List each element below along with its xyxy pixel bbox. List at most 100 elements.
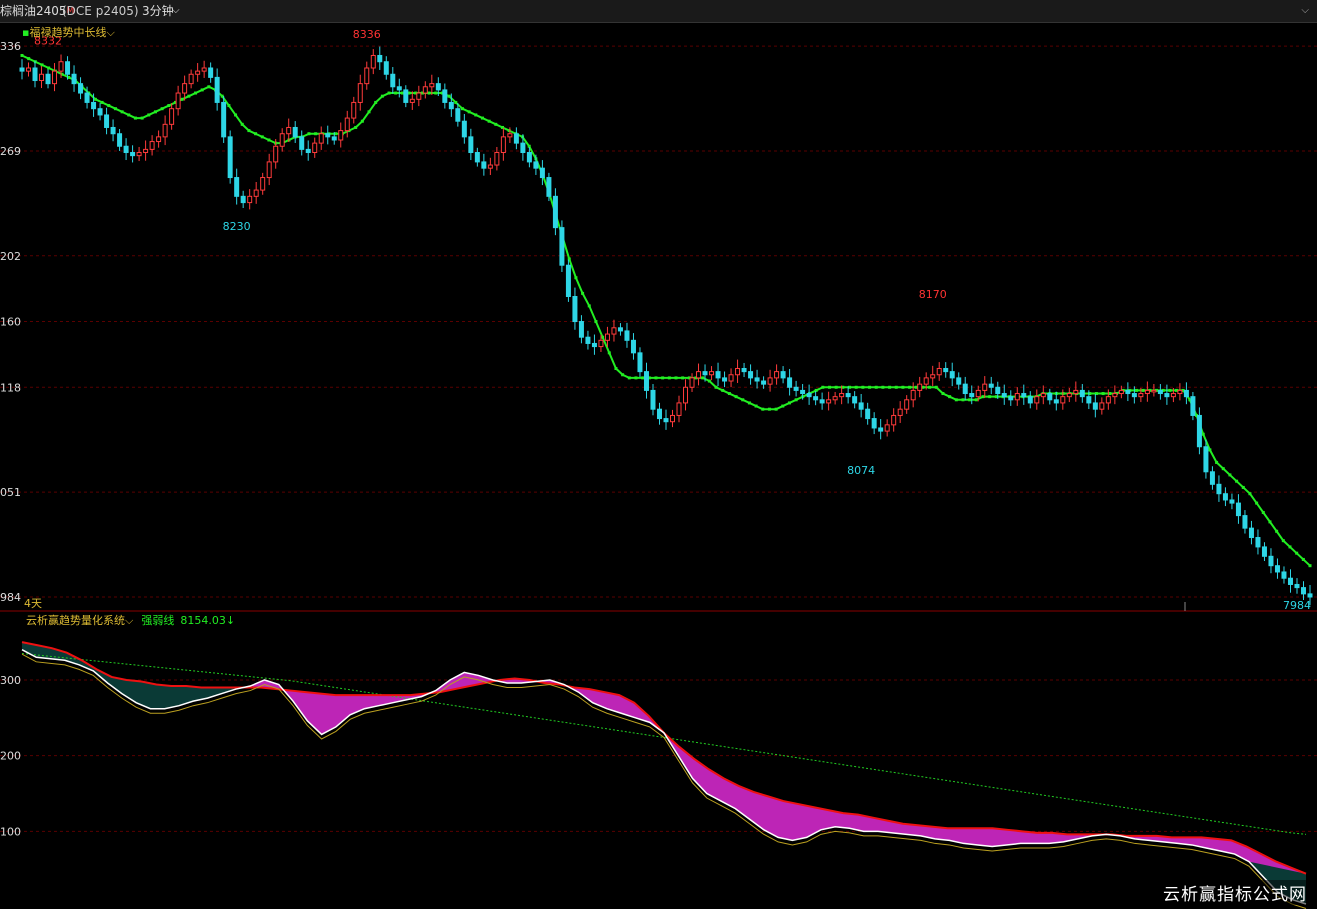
candle-body xyxy=(344,117,350,132)
candle-body xyxy=(487,164,493,169)
trend-dot xyxy=(741,398,745,402)
trend-dot xyxy=(707,379,711,383)
candle-body xyxy=(969,393,975,398)
trend-dot xyxy=(874,385,878,389)
candle-body xyxy=(1183,389,1189,398)
trend-dot xyxy=(607,351,611,355)
y-tick-label: 202 xyxy=(0,250,21,263)
candle-body xyxy=(585,336,591,344)
candle-body xyxy=(1222,493,1228,501)
y-tick-label: 200 xyxy=(0,750,21,763)
candle-body xyxy=(1066,393,1072,398)
candle-body xyxy=(1255,537,1261,548)
trend-dot xyxy=(894,385,898,389)
trend-dot xyxy=(1201,432,1205,436)
candle-body xyxy=(1079,389,1085,398)
period-selector[interactable]: 3分钟 xyxy=(142,0,174,22)
trend-dot xyxy=(1261,510,1265,514)
sub-indicator-header[interactable]: 云析赢趋势量化系统⌵ 强弱线 8154.03↓ xyxy=(26,613,235,627)
candle-body xyxy=(175,92,181,110)
candle-body xyxy=(468,136,474,154)
candle-body xyxy=(1118,389,1124,395)
candle-body xyxy=(546,177,552,197)
watermark: 云析赢指标公式网 xyxy=(1161,880,1309,905)
candle-body xyxy=(709,371,715,376)
last-price-label: 7984 xyxy=(1283,599,1311,612)
trend-dot xyxy=(627,376,631,380)
candle-body xyxy=(962,383,968,395)
trend-dot xyxy=(654,376,658,380)
candle-body xyxy=(1242,515,1248,529)
trend-dot xyxy=(587,304,591,308)
trend-dot xyxy=(447,94,451,98)
candle-body xyxy=(1300,587,1306,595)
trend-dot xyxy=(854,385,858,389)
trend-dot xyxy=(828,385,832,389)
candle-body xyxy=(19,67,25,72)
candle-body xyxy=(169,108,175,125)
candle-body xyxy=(748,371,754,379)
trend-dot xyxy=(194,91,198,95)
trend-dot xyxy=(681,376,685,380)
candle-body xyxy=(793,386,799,391)
candle-body xyxy=(754,377,760,382)
trend-dot xyxy=(47,66,51,70)
chart-canvas[interactable]: 8332 8336823081708074 3362692021601180519… xyxy=(0,22,1317,909)
candle-body xyxy=(1268,555,1274,567)
trend-dot xyxy=(27,57,31,61)
candle-body xyxy=(552,195,558,229)
trend-dot xyxy=(133,116,137,120)
candle-body xyxy=(331,136,337,141)
trend-dot xyxy=(254,132,258,136)
candle-body xyxy=(813,396,819,401)
candle-body xyxy=(806,393,812,398)
trend-dot xyxy=(674,376,678,380)
trend-dot xyxy=(934,385,938,389)
trend-dot xyxy=(1101,392,1105,396)
candle-body xyxy=(1190,396,1196,416)
candle-body xyxy=(227,136,233,179)
candle-body xyxy=(221,101,227,138)
trend-dot xyxy=(113,107,117,111)
candle-body xyxy=(904,399,910,410)
candle-body xyxy=(1060,396,1066,404)
trend-dot xyxy=(200,88,204,92)
candle-body xyxy=(591,342,597,348)
candle-body xyxy=(878,427,884,432)
trend-dot xyxy=(494,122,498,126)
candle-body xyxy=(1105,396,1111,404)
trend-dot xyxy=(1255,501,1259,505)
trend-dot xyxy=(834,385,838,389)
candle-body xyxy=(513,133,519,144)
trend-dot xyxy=(1275,529,1279,533)
chevron-down-icon[interactable]: ⌵ xyxy=(1301,0,1309,22)
candle-body xyxy=(97,108,103,116)
candle-body xyxy=(1053,399,1059,404)
candle-body xyxy=(943,367,949,373)
y-tick-label: 100 xyxy=(0,825,21,838)
trend-dot xyxy=(314,132,318,136)
trend-dot xyxy=(234,113,238,117)
candle-body xyxy=(110,126,116,135)
candle-body xyxy=(247,195,253,204)
indicator-label[interactable]: ▪福禄趋势中长线⌵ xyxy=(22,25,115,39)
candle-body xyxy=(1170,393,1176,398)
y-tick-label: 160 xyxy=(0,316,21,329)
candle-body xyxy=(318,133,324,144)
candle-body xyxy=(1235,502,1241,517)
candle-body xyxy=(988,383,994,388)
sub-y-axis: 300 200 100 xyxy=(0,674,21,838)
trend-dot xyxy=(93,97,97,101)
chevron-down-icon[interactable]: ⌵ xyxy=(172,0,180,22)
candle-body xyxy=(767,377,773,385)
trend-dot xyxy=(354,125,358,129)
trend-dot xyxy=(100,100,104,104)
trend-dot xyxy=(240,122,244,126)
candle-body xyxy=(1229,499,1235,504)
trend-dot xyxy=(1134,388,1138,392)
candle-body xyxy=(188,73,194,85)
candle-body xyxy=(455,108,461,122)
trend-dot xyxy=(434,91,438,95)
trend-dot xyxy=(734,395,738,399)
candle-body xyxy=(1248,527,1254,539)
